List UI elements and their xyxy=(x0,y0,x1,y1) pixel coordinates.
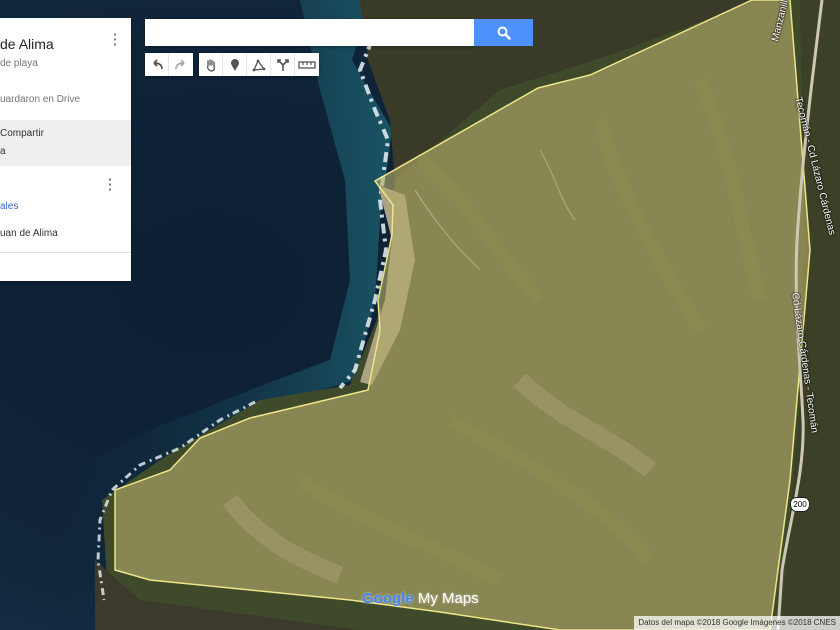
share-button[interactable]: Compartir xyxy=(0,128,44,139)
map-options-kebab-icon[interactable]: ⋮ xyxy=(107,32,123,49)
preview-button[interactable]: a xyxy=(0,146,6,157)
search-button[interactable] xyxy=(474,19,533,46)
share-preview-row xyxy=(0,120,131,166)
drive-save-status: uardaron en Drive xyxy=(0,94,81,105)
redo-button[interactable] xyxy=(169,53,193,76)
redo-icon xyxy=(175,58,185,69)
add-marker-button[interactable] xyxy=(223,53,247,76)
search-icon xyxy=(497,26,511,40)
draw-line-icon xyxy=(252,59,265,71)
google-my-maps-logo: Google My Maps xyxy=(362,590,479,607)
search-input[interactable] xyxy=(145,19,474,46)
map-details-panel: de Alima ⋮ de playa uardaron en Drive Co… xyxy=(0,18,131,281)
undo-icon xyxy=(152,58,163,69)
highway-shield-200: 200 xyxy=(790,497,810,512)
map-title[interactable]: de Alima xyxy=(0,36,54,52)
layer-options-kebab-icon[interactable]: ⋮ xyxy=(102,177,118,194)
drawing-toolbar xyxy=(199,53,319,76)
draw-line-button[interactable] xyxy=(247,53,271,76)
measure-button[interactable] xyxy=(295,53,319,76)
history-toolbar xyxy=(145,53,193,76)
layer-item-san-juan-de-alima[interactable]: uan de Alima xyxy=(0,228,58,239)
directions-button[interactable] xyxy=(271,53,295,76)
marker-icon xyxy=(230,58,239,71)
map-description: de playa xyxy=(0,58,38,69)
directions-icon xyxy=(276,58,289,71)
panel-divider xyxy=(0,252,131,253)
ruler-icon xyxy=(298,60,316,69)
google-logo-text: Google xyxy=(362,590,414,607)
map-attribution[interactable]: Datos del mapa ©2018 Google Imágenes ©20… xyxy=(634,616,840,630)
layer-style-link[interactable]: ales xyxy=(0,201,18,212)
my-maps-logo-text: My Maps xyxy=(413,590,479,607)
hand-icon xyxy=(206,58,215,72)
pan-tool-button[interactable] xyxy=(199,53,223,76)
undo-button[interactable] xyxy=(145,53,169,76)
